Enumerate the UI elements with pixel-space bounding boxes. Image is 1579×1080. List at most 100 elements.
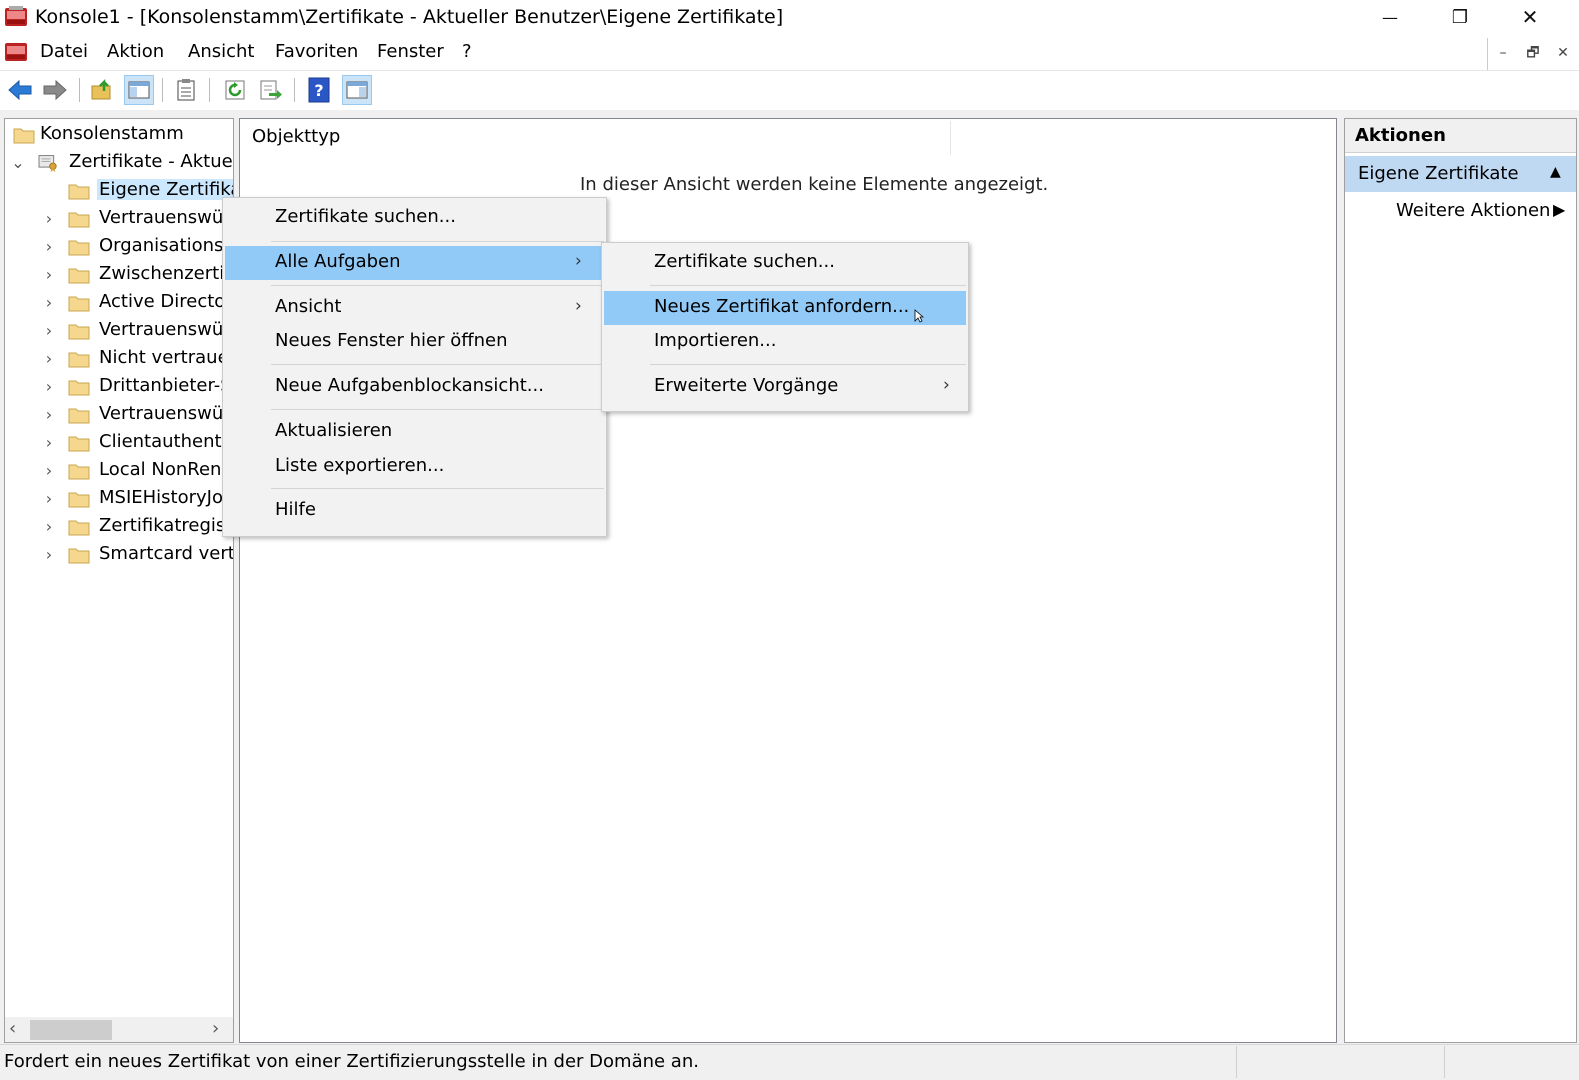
action-weitere-aktionen[interactable]: Weitere Aktionen (1396, 200, 1550, 221)
mdi-close-button[interactable]: ✕ (1551, 41, 1575, 65)
chevron-right-icon[interactable]: › (42, 433, 56, 453)
sub-item-advanced-operations[interactable]: Erweiterte Vorgänge › (604, 370, 966, 404)
folder-icon (68, 268, 90, 284)
tree-item-store[interactable]: › Smartcard vertra (5, 541, 233, 569)
properties-button[interactable] (171, 75, 201, 105)
chevron-right-icon[interactable]: › (42, 321, 56, 341)
column-header-objekttyp[interactable]: Objekttyp (252, 126, 340, 147)
tree-item-label: Nicht vertraue (99, 347, 229, 368)
tree-item-store[interactable]: › Vertrauenswür (5, 317, 233, 345)
chevron-right-icon[interactable]: › (42, 265, 56, 285)
folder-icon (68, 352, 90, 368)
menu-separator (650, 364, 966, 365)
close-button[interactable]: ✕ (1495, 0, 1565, 34)
sub-item-request-new-certificate[interactable]: Neues Zertifikat anfordern... (604, 291, 966, 325)
back-button[interactable] (5, 75, 35, 105)
menu-fenster[interactable]: Fenster (377, 41, 444, 62)
tree-item-store[interactable]: › Local NonRen (5, 457, 233, 485)
chevron-right-icon[interactable]: › (42, 237, 56, 257)
show-hide-action-pane-button[interactable] (342, 75, 372, 105)
ctx-item-refresh[interactable]: Aktualisieren (225, 415, 604, 449)
chevron-right-icon[interactable]: › (42, 461, 56, 481)
submenu-arrow-icon: › (575, 296, 582, 316)
scroll-right-icon[interactable]: › (212, 1018, 219, 1039)
scrollbar-thumb[interactable] (30, 1020, 112, 1040)
toolbar-separator (79, 78, 80, 102)
show-hide-action-pane-icon (346, 81, 368, 99)
tree-item-store[interactable]: › Clientauthent (5, 429, 233, 457)
chevron-right-icon[interactable]: › (42, 489, 56, 509)
tree-item-label: Local NonRen (99, 459, 222, 480)
ctx-item-new-window[interactable]: Neues Fenster hier öffnen (225, 325, 604, 359)
window-title: Konsole1 - [Konsolenstamm\Zertifikate - … (35, 6, 784, 28)
mdi-minimize-button[interactable]: – (1491, 41, 1515, 65)
tree-item-store[interactable]: › Vertrauenswür (5, 205, 233, 233)
menu-ansicht[interactable]: Ansicht (188, 41, 254, 62)
refresh-icon (225, 80, 245, 100)
chevron-right-icon[interactable]: › (42, 545, 56, 565)
tree-item-store[interactable]: › Zwischenzerti (5, 261, 233, 289)
show-hide-tree-button[interactable] (124, 75, 154, 105)
menu-separator (271, 488, 604, 489)
menu-separator (271, 285, 604, 286)
export-list-button[interactable] (256, 75, 286, 105)
folder-icon (68, 324, 90, 340)
console-tree[interactable]: Konsolenstamm ⌄ Zertifikate - Aktuell Ei… (4, 118, 234, 1043)
tree-item-personal[interactable]: Eigene Zertifikat (5, 177, 233, 205)
mmc-app-icon[interactable] (4, 5, 28, 29)
sub-item-find-certificates[interactable]: Zertifikate suchen... (604, 246, 966, 280)
ctx-item-find-certificates[interactable]: Zertifikate suchen... (225, 201, 604, 235)
tree-item-store[interactable]: › Vertrauenswür (5, 401, 233, 429)
folder-icon (68, 492, 90, 508)
tree-item-label: Zertifikatregis (99, 515, 226, 536)
tree-item-label: Vertrauenswür (99, 403, 231, 424)
scroll-left-icon[interactable]: ‹ (9, 1018, 16, 1039)
forward-arrow-icon (43, 79, 67, 101)
tree-item-label: Smartcard vertra (99, 543, 233, 564)
menu-separator (271, 241, 604, 242)
mdi-restore-button[interactable]: 🗗 (1521, 41, 1545, 65)
chevron-down-icon[interactable]: ⌄ (11, 153, 25, 173)
ctx-item-help[interactable]: Hilfe (225, 494, 604, 528)
chevron-right-icon[interactable]: › (42, 209, 56, 229)
help-button[interactable]: ? (304, 75, 334, 105)
tree-item-store[interactable]: › Active Directo (5, 289, 233, 317)
ctx-item-new-taskpad[interactable]: Neue Aufgabenblockansicht... (225, 370, 604, 404)
chevron-right-icon[interactable]: › (42, 517, 56, 537)
context-menu: Zertifikate suchen... Alle Aufgaben › An… (222, 197, 607, 537)
tree-item-store[interactable]: › MSIEHistoryJo (5, 485, 233, 513)
tree-item-store[interactable]: › Nicht vertraue (5, 345, 233, 373)
chevron-right-icon[interactable]: › (42, 293, 56, 313)
ctx-item-export-list[interactable]: Liste exportieren... (225, 450, 604, 484)
tree-item-store[interactable]: › Organisations (5, 233, 233, 261)
ctx-item-view[interactable]: Ansicht › (225, 291, 604, 325)
tree-item-label: Vertrauenswür (99, 319, 231, 340)
up-one-level-button[interactable] (87, 75, 117, 105)
chevron-right-icon[interactable]: › (42, 349, 56, 369)
toolbar-separator (294, 78, 295, 102)
tree-item-store[interactable]: › Drittanbieter-S (5, 373, 233, 401)
restore-button[interactable]: ❐ (1425, 0, 1495, 34)
menu-favoriten[interactable]: Favoriten (275, 41, 358, 62)
folder-icon (68, 464, 90, 480)
refresh-button[interactable] (220, 75, 250, 105)
chevron-right-icon[interactable]: › (42, 405, 56, 425)
ctx-item-all-tasks[interactable]: Alle Aufgaben › (225, 246, 604, 280)
collapse-up-icon[interactable]: ▲ (1550, 164, 1561, 180)
menu-help[interactable]: ? (462, 41, 472, 62)
forward-button[interactable] (40, 75, 70, 105)
menu-separator (271, 364, 604, 365)
submenu-arrow-icon[interactable]: ▶ (1553, 200, 1565, 219)
menu-aktion[interactable]: Aktion (107, 41, 164, 62)
tree-item-label: Vertrauenswür (99, 207, 231, 228)
menu-datei[interactable]: Datei (40, 41, 88, 62)
minimize-button[interactable]: — (1355, 0, 1425, 34)
sub-item-import[interactable]: Importieren... (604, 325, 966, 359)
show-hide-tree-icon (128, 81, 150, 99)
tree-item-root[interactable]: Konsolenstamm (5, 121, 233, 149)
chevron-right-icon[interactable]: › (42, 377, 56, 397)
mdi-child-icon[interactable] (4, 40, 28, 64)
tree-item-store[interactable]: › Zertifikatregis (5, 513, 233, 541)
column-divider[interactable] (950, 121, 951, 155)
tree-item-snapin[interactable]: ⌄ Zertifikate - Aktuell (5, 149, 233, 177)
